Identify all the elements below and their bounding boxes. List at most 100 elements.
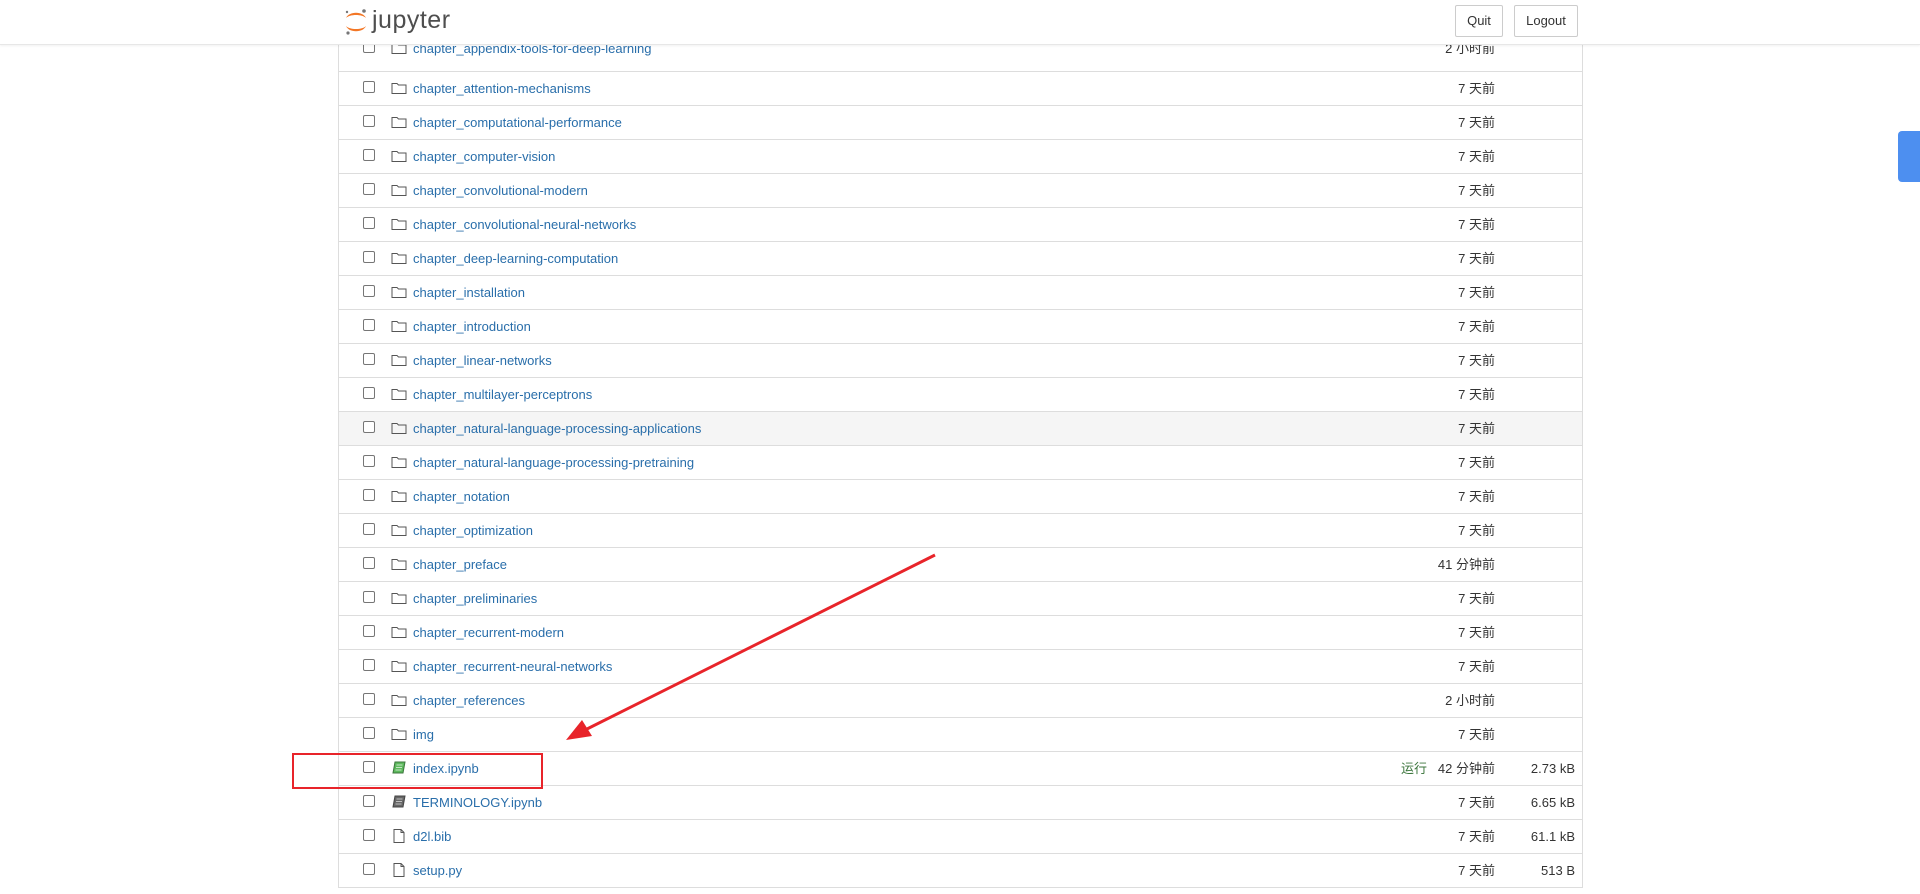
file-name-link[interactable]: chapter_linear-networks bbox=[413, 353, 552, 368]
file-row[interactable]: chapter_references 2 小时前 bbox=[339, 684, 1582, 718]
file-row[interactable]: TERMINOLOGY.ipynb 7 天前 6.65 kB bbox=[339, 786, 1582, 820]
folder-icon bbox=[391, 693, 407, 707]
file-name-link[interactable]: chapter_recurrent-neural-networks bbox=[413, 659, 612, 674]
select-checkbox[interactable] bbox=[363, 659, 375, 671]
select-checkbox[interactable] bbox=[363, 591, 375, 603]
file-row[interactable]: chapter_convolutional-neural-networks 7 天… bbox=[339, 208, 1582, 242]
file-name-link[interactable]: chapter_multilayer-perceptrons bbox=[413, 387, 592, 402]
select-checkbox[interactable] bbox=[363, 625, 375, 637]
last-modified: 7 天前 bbox=[1458, 829, 1495, 844]
folder-icon bbox=[391, 251, 407, 265]
file-name-link[interactable]: setup.py bbox=[413, 863, 462, 878]
select-checkbox[interactable] bbox=[363, 455, 375, 467]
folder-icon bbox=[391, 523, 407, 537]
folder-icon bbox=[391, 557, 407, 571]
select-checkbox[interactable] bbox=[363, 489, 375, 501]
last-modified: 7 天前 bbox=[1458, 591, 1495, 606]
logout-button[interactable]: Logout bbox=[1514, 5, 1578, 37]
select-checkbox[interactable] bbox=[363, 557, 375, 569]
select-checkbox[interactable] bbox=[363, 251, 375, 263]
file-row[interactable]: chapter_optimization 7 天前 bbox=[339, 514, 1582, 548]
select-checkbox[interactable] bbox=[363, 285, 375, 297]
select-checkbox[interactable] bbox=[363, 421, 375, 433]
last-modified: 7 天前 bbox=[1458, 489, 1495, 504]
select-checkbox[interactable] bbox=[363, 217, 375, 229]
file-row[interactable]: img 7 天前 bbox=[339, 718, 1582, 752]
file-name-link[interactable]: chapter_installation bbox=[413, 285, 525, 300]
file-name-link[interactable]: chapter_attention-mechanisms bbox=[413, 81, 591, 96]
file-name-link[interactable]: img bbox=[413, 727, 434, 742]
file-name-link[interactable]: chapter_recurrent-modern bbox=[413, 625, 564, 640]
select-checkbox[interactable] bbox=[363, 863, 375, 875]
file-row[interactable]: setup.py 7 天前 513 B bbox=[339, 854, 1582, 888]
last-modified: 7 天前 bbox=[1458, 183, 1495, 198]
file-name-link[interactable]: chapter_natural-language-processing-pret… bbox=[413, 455, 694, 470]
file-row[interactable]: chapter_preface 41 分钟前 bbox=[339, 548, 1582, 582]
select-checkbox[interactable] bbox=[363, 353, 375, 365]
file-name-link[interactable]: chapter_deep-learning-computation bbox=[413, 251, 618, 266]
last-modified: 7 天前 bbox=[1458, 387, 1495, 402]
select-checkbox[interactable] bbox=[363, 319, 375, 331]
folder-icon bbox=[391, 625, 407, 639]
last-modified: 42 分钟前 bbox=[1437, 761, 1495, 776]
file-name-link[interactable]: d2l.bib bbox=[413, 829, 451, 844]
select-checkbox[interactable] bbox=[363, 693, 375, 705]
file-row[interactable]: chapter_recurrent-modern 7 天前 bbox=[339, 616, 1582, 650]
folder-icon bbox=[391, 591, 407, 605]
file-name-link[interactable]: chapter_preliminaries bbox=[413, 591, 537, 606]
file-row[interactable]: chapter_natural-language-processing-appl… bbox=[339, 412, 1582, 446]
file-row[interactable]: chapter_natural-language-processing-pret… bbox=[339, 446, 1582, 480]
file-name-link[interactable]: chapter_computational-performance bbox=[413, 115, 622, 130]
select-checkbox[interactable] bbox=[363, 727, 375, 739]
file-name-link[interactable]: TERMINOLOGY.ipynb bbox=[413, 795, 542, 810]
last-modified: 7 天前 bbox=[1458, 863, 1495, 878]
jupyter-logo-icon bbox=[345, 9, 366, 35]
file-name-link[interactable]: chapter_notation bbox=[413, 489, 510, 504]
select-checkbox[interactable] bbox=[363, 523, 375, 535]
folder-icon bbox=[391, 727, 407, 741]
file-name-link[interactable]: chapter_computer-vision bbox=[413, 149, 555, 164]
scrollbar-thumb[interactable] bbox=[1898, 131, 1920, 182]
file-row[interactable]: chapter_installation 7 天前 bbox=[339, 276, 1582, 310]
annotation-highlight-box bbox=[292, 753, 543, 789]
select-checkbox[interactable] bbox=[363, 183, 375, 195]
folder-icon bbox=[391, 489, 407, 503]
file-row[interactable]: chapter_computational-performance 7 天前 bbox=[339, 106, 1582, 140]
file-name-link[interactable]: chapter_introduction bbox=[413, 319, 531, 334]
file-name-link[interactable]: chapter_preface bbox=[413, 557, 507, 572]
file-name-link[interactable]: chapter_convolutional-modern bbox=[413, 183, 588, 198]
last-modified: 7 天前 bbox=[1458, 251, 1495, 266]
file-name-link[interactable]: chapter_references bbox=[413, 693, 525, 708]
file-row[interactable]: chapter_deep-learning-computation 7 天前 bbox=[339, 242, 1582, 276]
file-row[interactable]: chapter_convolutional-modern 7 天前 bbox=[339, 174, 1582, 208]
last-modified: 7 天前 bbox=[1458, 625, 1495, 640]
file-name-link[interactable]: chapter_optimization bbox=[413, 523, 533, 538]
logo-text: jupyter bbox=[372, 5, 451, 34]
file-row[interactable]: chapter_linear-networks 7 天前 bbox=[339, 344, 1582, 378]
select-checkbox[interactable] bbox=[363, 115, 375, 127]
file-row[interactable]: chapter_computer-vision 7 天前 bbox=[339, 140, 1582, 174]
file-row[interactable]: chapter_notation 7 天前 bbox=[339, 480, 1582, 514]
file-row[interactable]: chapter_recurrent-neural-networks 7 天前 bbox=[339, 650, 1582, 684]
select-checkbox[interactable] bbox=[363, 149, 375, 161]
select-checkbox[interactable] bbox=[363, 81, 375, 93]
quit-button[interactable]: Quit bbox=[1455, 5, 1503, 37]
file-name-link[interactable]: chapter_natural-language-processing-appl… bbox=[413, 421, 701, 436]
file-size: 6.65 kB bbox=[1530, 795, 1575, 810]
file-row[interactable]: chapter_appendix-tools-for-deep-learning… bbox=[339, 41, 1582, 72]
file-size: 2.73 kB bbox=[1530, 761, 1575, 776]
file-row[interactable]: chapter_multilayer-perceptrons 7 天前 bbox=[339, 378, 1582, 412]
file-size: 513 B bbox=[1541, 863, 1575, 878]
select-checkbox[interactable] bbox=[363, 795, 375, 807]
folder-icon bbox=[391, 659, 407, 673]
file-row[interactable]: chapter_preliminaries 7 天前 bbox=[339, 582, 1582, 616]
last-modified: 7 天前 bbox=[1458, 217, 1495, 232]
file-name-link[interactable]: chapter_convolutional-neural-networks bbox=[413, 217, 636, 232]
file-row[interactable]: chapter_introduction 7 天前 bbox=[339, 310, 1582, 344]
jupyter-logo[interactable]: jupyter bbox=[343, 5, 451, 39]
notebook-icon bbox=[391, 795, 407, 809]
file-row[interactable]: d2l.bib 7 天前 61.1 kB bbox=[339, 820, 1582, 854]
file-row[interactable]: chapter_attention-mechanisms 7 天前 bbox=[339, 72, 1582, 106]
select-checkbox[interactable] bbox=[363, 387, 375, 399]
select-checkbox[interactable] bbox=[363, 829, 375, 841]
